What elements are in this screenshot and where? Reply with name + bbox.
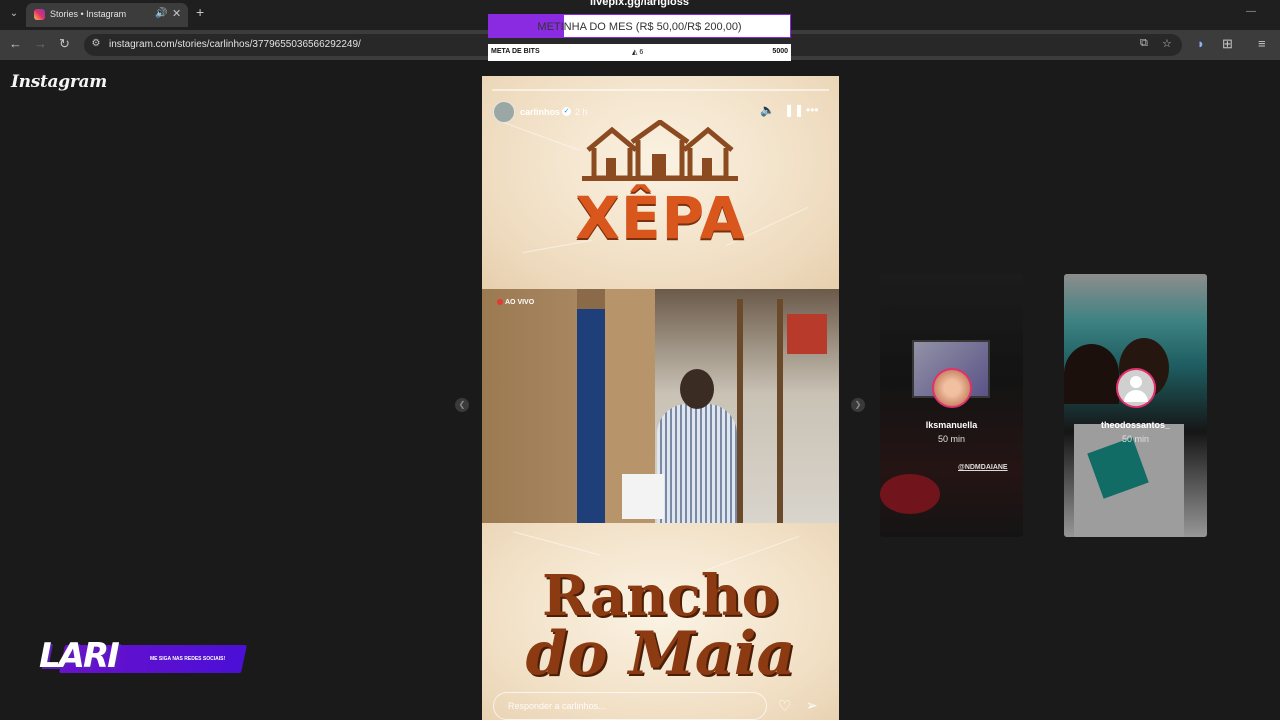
do-maia-title: do Maia xyxy=(525,619,796,689)
site-info-icon[interactable]: ⚙ xyxy=(90,38,102,50)
tab-search-chevron-icon[interactable]: ⌄ xyxy=(6,6,22,22)
url-text[interactable]: instagram.com/stories/carlinhos/37796550… xyxy=(109,39,361,50)
bits-goal-value: 5000 xyxy=(772,48,788,55)
tab-title: Stories • Instagram xyxy=(50,9,127,19)
story-progress-bar xyxy=(492,89,829,91)
preview-time: 50 min xyxy=(937,434,965,444)
houses-logo-icon xyxy=(582,120,738,181)
preview-username: theodossantos_ xyxy=(1100,420,1170,430)
instagram-logo[interactable]: Instagram xyxy=(11,72,107,92)
instagram-favicon-icon xyxy=(34,9,45,20)
browser-menu-icon[interactable]: ≡ xyxy=(1258,36,1266,52)
tab-close-icon[interactable]: ✕ xyxy=(172,7,181,20)
story-author-avatar[interactable] xyxy=(493,101,515,123)
lksmanuella-avatar[interactable] xyxy=(932,368,972,408)
lari-social-text: ME SIGA NAS REDES SOCIAIS! xyxy=(150,656,226,662)
main-story[interactable]: XÊPA carlinhos ✓ 2 h 🔈 ❚❚ ••• AO VIVO Ra… xyxy=(482,76,839,720)
bookmark-star-icon[interactable]: ☆ xyxy=(1162,37,1172,50)
more-options-icon[interactable]: ••• xyxy=(806,104,819,116)
donation-goal-bar: METINHA DO MES (R$ 50,00/R$ 200,00) xyxy=(488,14,791,38)
story-author-username[interactable]: carlinhos xyxy=(520,107,560,117)
bits-triangle-icon: ◭ xyxy=(632,49,638,56)
verified-badge-icon: ✓ xyxy=(562,107,571,116)
speaker-icon[interactable]: 🔊 xyxy=(155,8,167,19)
like-heart-icon[interactable]: ♡ xyxy=(778,697,791,715)
extension-audio-icon[interactable]: ◗ xyxy=(1197,36,1205,52)
pause-icon[interactable]: ❚❚ xyxy=(784,104,804,116)
reply-placeholder: Responder a carlinhos... xyxy=(508,701,606,711)
story-bottom-panel: Rancho do Maia xyxy=(482,523,839,720)
story-preview-lksmanuella[interactable]: lksmanuella 50 min @NDMDAIANE xyxy=(880,274,1023,537)
donation-goal-label: METINHA DO MES (R$ 50,00/R$ 200,00) xyxy=(537,21,742,33)
instagram-stories-page: Instagram ❮ ❯ XÊPA carlinhos ✓ 2 h 🔈 ❚❚ … xyxy=(0,60,1280,720)
forward-button[interactable]: → xyxy=(34,36,47,52)
previous-story-arrow-icon[interactable]: ❮ xyxy=(455,398,469,412)
livepix-url-text: livepix.gg/larigloss xyxy=(589,0,690,8)
back-button[interactable]: ← xyxy=(9,36,22,52)
reply-input[interactable]: Responder a carlinhos... xyxy=(493,692,767,720)
bits-count: ◭ 6 xyxy=(632,49,644,56)
theodossantos-avatar[interactable] xyxy=(1116,368,1156,408)
mute-speaker-icon[interactable]: 🔈 xyxy=(760,104,775,116)
reload-button[interactable]: ↻ xyxy=(59,36,70,52)
preview-time: 50 min xyxy=(1121,434,1149,444)
new-tab-button[interactable]: + xyxy=(196,5,204,19)
bits-goal-bar: META DE BITS ◭ 6 5000 xyxy=(488,44,791,61)
lari-logo: LARI xyxy=(39,636,120,676)
live-badge: AO VIVO xyxy=(497,299,534,306)
story-timestamp: 2 h xyxy=(575,107,588,117)
next-story-arrow-icon[interactable]: ❯ xyxy=(851,398,865,412)
story-preview-theodossantos[interactable]: theodossantos_ 50 min xyxy=(1064,274,1207,537)
tab-instagram-stories[interactable]: Stories • Instagram 🔊 ✕ xyxy=(26,3,188,27)
bits-goal-label: META DE BITS xyxy=(491,48,540,55)
send-icon[interactable]: ➢ xyxy=(806,697,818,714)
live-dot-icon xyxy=(497,299,503,305)
preview-mention-text: @NDMDAIANE xyxy=(958,464,1008,471)
install-app-icon[interactable]: ⧉ xyxy=(1140,37,1148,50)
xepa-title: XÊPA xyxy=(575,184,746,252)
story-video-frame: AO VIVO xyxy=(482,289,839,523)
preview-username: lksmanuella xyxy=(925,420,978,430)
minimize-button[interactable]: — xyxy=(1246,6,1256,17)
extensions-puzzle-icon[interactable]: ⊞ xyxy=(1222,36,1233,52)
